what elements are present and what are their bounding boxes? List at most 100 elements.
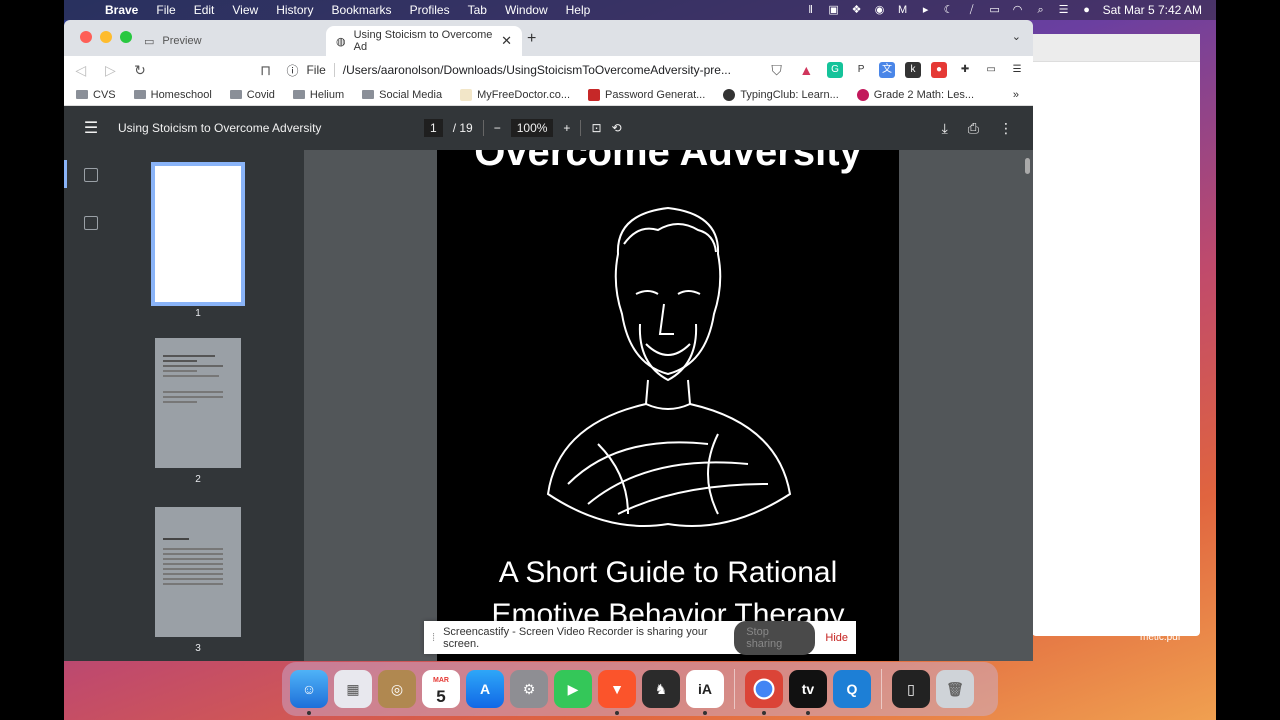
more-bookmarks-icon[interactable]: »	[1013, 89, 1019, 101]
finder-icon[interactable]: ☺	[290, 670, 328, 715]
bookmark-icon[interactable]: ⊓	[257, 62, 275, 79]
zoom-window-button[interactable]	[120, 31, 132, 43]
search-icon[interactable]: ⌕	[1034, 4, 1048, 16]
menu-tab[interactable]: Tab	[459, 3, 496, 17]
bookmark-cvs[interactable]: CVS	[76, 89, 116, 101]
contacts-icon[interactable]: ◎	[378, 670, 416, 708]
menu-history[interactable]: History	[267, 3, 322, 17]
drag-handle-icon[interactable]: ⁞	[432, 632, 435, 644]
translate-icon[interactable]: 文	[879, 62, 896, 78]
play-icon[interactable]: ▸	[919, 4, 933, 16]
close-window-button[interactable]	[80, 31, 92, 43]
calendar-icon[interactable]: MAR 5	[422, 670, 460, 708]
bookmark-social-media[interactable]: Social Media	[362, 89, 442, 101]
grammarly-icon[interactable]: G	[827, 62, 844, 78]
tab-pdf[interactable]: ◍ Using Stoicism to Overcome Ad ✕	[326, 26, 522, 56]
system-preferences-icon[interactable]: ⚙	[510, 670, 548, 708]
thumbnails-icon[interactable]	[84, 168, 98, 182]
scrollbar-thumb[interactable]	[1025, 158, 1030, 174]
forward-icon[interactable]: ▷	[102, 62, 120, 79]
status-app-icon[interactable]: ▣	[827, 4, 841, 16]
menu-icon[interactable]: ☰	[1009, 62, 1026, 78]
launchpad-icon[interactable]: ▦	[334, 670, 372, 708]
fit-page-icon[interactable]: ⊡	[591, 121, 601, 135]
app-store-icon[interactable]: A	[466, 670, 504, 708]
bookmark-helium[interactable]: Helium	[292, 89, 344, 101]
zoom-level-input[interactable]: 100%	[510, 119, 554, 137]
new-tab-icon[interactable]: +	[527, 30, 536, 48]
hide-button[interactable]: Hide	[825, 632, 848, 644]
cloud-icon[interactable]: ◉	[873, 4, 887, 16]
bookmark-homeschool[interactable]: Homeschool	[133, 89, 212, 101]
print-icon[interactable]: ⎙	[968, 120, 979, 137]
k-extension-icon[interactable]: k	[905, 62, 922, 78]
bookmark-myfreedoctor[interactable]: MyFreeDoctor.co...	[460, 88, 570, 101]
tab-preview[interactable]: ▭ Preview	[134, 26, 324, 56]
wallet-icon[interactable]: ▭	[983, 62, 1000, 78]
bookmark-typingclub[interactable]: TypingClub: Learn...	[723, 88, 839, 101]
info-icon[interactable]: ⓘ	[286, 62, 298, 79]
thumbnail-page-1[interactable]: Using Stoicism to Overcome Adversity A S…	[151, 162, 245, 319]
brave-icon[interactable]: ▼	[598, 670, 636, 715]
pdf-actions: ⤓ ⎙ ⋮	[942, 120, 1013, 137]
desktop-file-label[interactable]: metic.pdf	[1140, 632, 1181, 643]
menu-edit[interactable]: Edit	[185, 3, 224, 17]
control-center-icon[interactable]: ☰	[1057, 4, 1071, 16]
document-thumbnail-icon[interactable]: ▯	[892, 670, 930, 708]
kindle-icon[interactable]: ♞	[642, 670, 680, 708]
zoom-out-icon[interactable]: −	[494, 121, 501, 135]
moon-icon[interactable]: ☾	[942, 4, 956, 16]
close-tab-icon[interactable]: ✕	[501, 33, 512, 49]
facetime-icon[interactable]: ▶	[554, 670, 592, 708]
tab-search-icon[interactable]: ⌄	[1012, 30, 1021, 43]
hamburger-menu-icon[interactable]: ☰	[64, 118, 118, 138]
menu-profiles[interactable]: Profiles	[401, 3, 459, 17]
reload-icon[interactable]: ↻	[131, 62, 149, 79]
more-options-icon[interactable]: ⋮	[999, 120, 1013, 137]
menubar-clock[interactable]: Sat Mar 5 7:42 AM	[1103, 3, 1202, 17]
chrome-icon[interactable]	[745, 670, 783, 715]
running-indicator	[703, 711, 707, 715]
bookmark-covid[interactable]: Covid	[229, 89, 275, 101]
siri-icon[interactable]: ●	[1080, 4, 1094, 16]
trash-icon[interactable]: 🗑	[936, 670, 974, 708]
menu-view[interactable]: View	[223, 3, 267, 17]
status-pause-icon[interactable]: ‖	[804, 4, 818, 16]
active-indicator	[64, 160, 67, 188]
quicktime-icon[interactable]: Q	[833, 670, 871, 708]
bookmark-password-generator[interactable]: Password Generat...	[588, 88, 705, 101]
battery-icon[interactable]: ▭	[988, 4, 1002, 16]
zoom-in-icon[interactable]: +	[563, 121, 570, 135]
brave-shield-icon[interactable]: ⛉	[768, 62, 786, 79]
menu-app-name[interactable]: Brave	[96, 3, 147, 17]
address-bar[interactable]: ⓘ File /Users/aaronolson/Downloads/Using…	[286, 62, 755, 79]
page-number-input[interactable]: 1	[424, 119, 443, 137]
bookmark-grade2-math[interactable]: Grade 2 Math: Les...	[856, 88, 974, 101]
stop-sharing-button[interactable]: Stop sharing	[734, 620, 816, 655]
brave-rewards-icon[interactable]: ▲	[797, 62, 815, 78]
rotate-icon[interactable]: ⟲	[612, 121, 622, 135]
url-divider	[333, 63, 335, 77]
malwarebytes-icon[interactable]: M	[896, 4, 910, 16]
dropbox-icon[interactable]: ❖	[850, 4, 864, 16]
pdf-viewer[interactable]: Using Stoicism to Overcome Adversity A S…	[64, 150, 1033, 661]
menu-window[interactable]: Window	[496, 3, 557, 17]
extensions-area: G P 文 k ● ✚ ▭ ☰	[827, 62, 1026, 78]
mute-icon[interactable]: ⧸	[965, 4, 979, 16]
menu-file[interactable]: File	[147, 3, 184, 17]
puzzle-icon[interactable]: ✚	[957, 62, 974, 78]
background-window[interactable]	[1032, 34, 1200, 636]
screencastify-icon[interactable]: ●	[931, 62, 948, 78]
menu-bookmarks[interactable]: Bookmarks	[323, 3, 401, 17]
back-icon[interactable]: ◁	[72, 62, 90, 79]
thumbnail-page-3[interactable]: 3	[155, 507, 241, 654]
minimize-window-button[interactable]	[100, 31, 112, 43]
menu-help[interactable]: Help	[557, 3, 600, 17]
wifi-icon[interactable]: ◠	[1011, 4, 1025, 16]
thumbnail-page-2[interactable]: 2	[155, 338, 241, 485]
download-icon[interactable]: ⤓	[942, 120, 948, 137]
apple-tv-icon[interactable]: tv	[789, 670, 827, 715]
ia-writer-icon[interactable]: iA	[686, 670, 724, 715]
paypal-icon[interactable]: P	[853, 62, 870, 78]
outline-icon[interactable]	[84, 216, 98, 230]
